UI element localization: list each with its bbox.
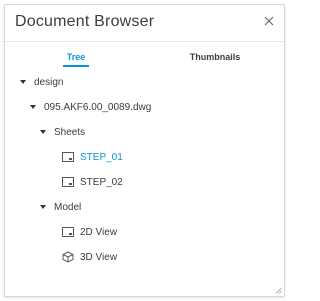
panel-header: Document Browser (5, 5, 284, 42)
cube-icon (62, 251, 74, 263)
sheet-icon (62, 227, 74, 237)
expand-arrow-icon[interactable] (40, 205, 46, 209)
tree-node-sheets[interactable]: Sheets (40, 125, 85, 139)
tree-node-file[interactable]: 095.AKF6.00_0089.dwg (30, 100, 151, 114)
expand-arrow-icon[interactable] (20, 80, 26, 84)
tree-node-step-01[interactable]: STEP_01 (62, 150, 123, 164)
tree-node-label: Sheets (54, 126, 86, 138)
tree-node-label: 2D View (80, 226, 118, 238)
panel-title: Document Browser (15, 13, 155, 30)
tab-bar: Tree Thumbnails (5, 52, 284, 70)
tab-tree[interactable]: Tree (63, 52, 89, 67)
tree-node-step-02[interactable]: STEP_02 (62, 175, 123, 189)
tree-node-label: Model (54, 201, 82, 213)
expand-arrow-icon[interactable] (30, 105, 36, 109)
tree-node-design[interactable]: design (20, 75, 63, 89)
tree-node-2d-view[interactable]: 2D View (62, 225, 117, 239)
close-icon[interactable] (262, 14, 276, 28)
tree-node-label: STEP_01 (80, 151, 123, 163)
tree-node-3d-view[interactable]: 3D View (62, 250, 117, 264)
tree-node-label: design (34, 76, 64, 88)
tree-node-label: 095.AKF6.00_0089.dwg (44, 101, 152, 113)
resize-grip-icon[interactable] (275, 287, 282, 294)
tab-thumbnails[interactable]: Thumbnails (185, 52, 245, 62)
tree-node-model[interactable]: Model (40, 200, 81, 214)
tree-node-label: 3D View (80, 251, 118, 263)
sheet-icon (62, 152, 74, 162)
document-browser-panel: Document Browser Tree Thumbnails design … (4, 4, 285, 297)
expand-arrow-icon[interactable] (40, 130, 46, 134)
tree-node-label: STEP_02 (80, 176, 123, 188)
sheet-icon (62, 177, 74, 187)
